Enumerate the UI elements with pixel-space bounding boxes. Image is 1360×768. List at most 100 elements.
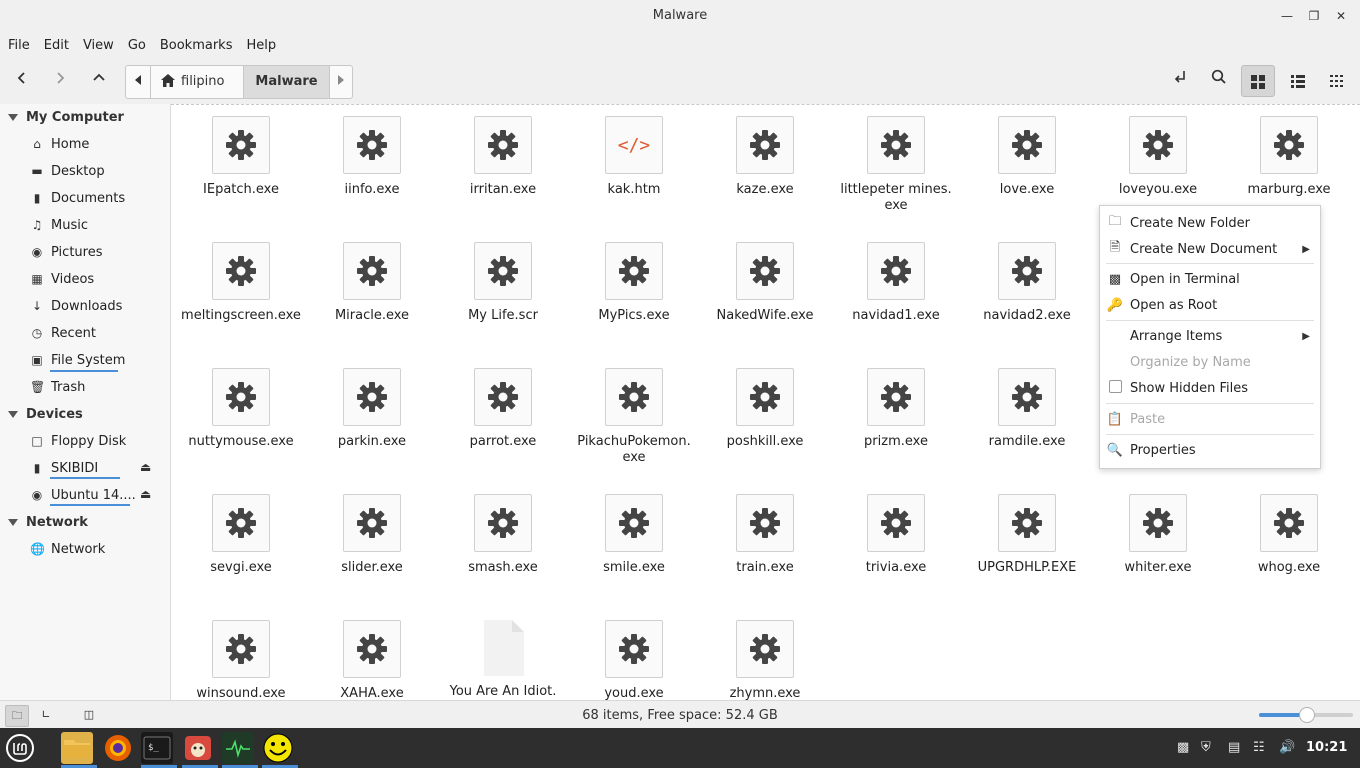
- file-item[interactable]: NakedWife.exe: [700, 242, 830, 324]
- back-button[interactable]: [6, 66, 38, 98]
- sidebar-item-floppy[interactable]: □ Floppy Disk: [30, 430, 126, 452]
- file-item[interactable]: loveyou.exe: [1093, 116, 1223, 198]
- sidebar-item-music[interactable]: ♫ Music: [30, 214, 88, 236]
- file-item[interactable]: winsound.exe: [176, 620, 306, 701]
- close-button[interactable]: ✕: [1330, 6, 1352, 26]
- network-tray-icon[interactable]: ☷: [1253, 740, 1265, 755]
- file-item[interactable]: parrot.exe: [438, 368, 568, 450]
- sidebar-item-videos[interactable]: ▦ Videos: [30, 268, 94, 290]
- sidebar-item-trash[interactable]: 🗑 Trash: [30, 376, 85, 398]
- sidebar-item-recent[interactable]: ◷ Recent: [30, 322, 96, 344]
- file-item[interactable]: My Life.scr: [438, 242, 568, 324]
- sidebar-item-downloads[interactable]: ↓ Downloads: [30, 295, 122, 317]
- menu-edit[interactable]: Edit: [36, 32, 75, 53]
- eject-icon[interactable]: ⏏: [140, 487, 151, 501]
- list-view-button[interactable]: [1281, 65, 1315, 97]
- zoom-slider[interactable]: [1259, 707, 1353, 723]
- file-item[interactable]: smile.exe: [569, 494, 699, 576]
- menu-help[interactable]: Help: [238, 32, 282, 53]
- menu-view[interactable]: View: [75, 32, 120, 53]
- notes-tray-icon[interactable]: ▤: [1228, 740, 1240, 755]
- eject-icon[interactable]: ⏏: [140, 460, 151, 474]
- up-button[interactable]: [83, 66, 115, 98]
- mint-menu-button[interactable]: [4, 732, 36, 764]
- sidebar-item-network[interactable]: 🌐 Network: [30, 538, 105, 560]
- file-item[interactable]: poshkill.exe: [700, 368, 830, 450]
- menu-file[interactable]: File: [0, 32, 36, 53]
- file-item[interactable]: marburg.exe: [1224, 116, 1354, 198]
- terminal-app-button[interactable]: $_: [141, 732, 173, 764]
- file-item[interactable]: nuttymouse.exe: [176, 368, 306, 450]
- sidebar-item-pictures[interactable]: ◉ Pictures: [30, 241, 103, 263]
- file-item[interactable]: IEpatch.exe: [176, 116, 306, 198]
- file-item[interactable]: Miracle.exe: [307, 242, 437, 324]
- shield-icon[interactable]: ⛨: [1201, 740, 1211, 755]
- file-item[interactable]: slider.exe: [307, 494, 437, 576]
- file-item[interactable]: XAHA.exe: [307, 620, 437, 701]
- file-item[interactable]: zhymn.exe: [700, 620, 830, 701]
- maximize-button[interactable]: ❐: [1303, 6, 1325, 26]
- menu-item-properties[interactable]: 🔍 Properties: [1100, 438, 1320, 462]
- menu-item-open-terminal[interactable]: ▩ Open in Terminal: [1100, 267, 1320, 291]
- file-item[interactable]: irritan.exe: [438, 116, 568, 198]
- minimize-button[interactable]: —: [1276, 6, 1298, 26]
- breadcrumb-current[interactable]: Malware: [244, 66, 330, 98]
- file-item[interactable]: ramdile.exe: [962, 368, 1092, 450]
- sidebar-item-skibidi[interactable]: ▮ SKIBIDI: [30, 457, 99, 479]
- file-item[interactable]: MyPics.exe: [569, 242, 699, 324]
- zoom-slider-handle[interactable]: [1299, 707, 1315, 723]
- breadcrumb-right-arrow[interactable]: [330, 66, 352, 98]
- sidebar-item-desktop[interactable]: ▬ Desktop: [30, 160, 104, 182]
- menu-item-create-folder[interactable]: 🗀 Create New Folder: [1100, 211, 1320, 235]
- menu-item-show-hidden[interactable]: Show Hidden Files: [1100, 376, 1320, 400]
- menu-go[interactable]: Go: [120, 32, 152, 53]
- file-item[interactable]: parkin.exe: [307, 368, 437, 450]
- file-item[interactable]: youd.exe: [569, 620, 699, 701]
- sidebar-item-ubuntu[interactable]: ◉ Ubuntu 14....: [30, 484, 136, 506]
- volume-icon[interactable]: 🔊: [1279, 740, 1295, 755]
- clipboard-tray-icon[interactable]: ▩: [1177, 740, 1189, 755]
- file-item[interactable]: </> kak.htm: [569, 116, 699, 198]
- search-button[interactable]: [1203, 66, 1235, 98]
- file-item[interactable]: kaze.exe: [700, 116, 830, 198]
- file-item[interactable]: littlepeter mines. exe: [831, 116, 961, 214]
- menu-item-create-document[interactable]: 🗎 Create New Document ▶: [1100, 237, 1320, 261]
- file-item[interactable]: navidad1.exe: [831, 242, 961, 324]
- sidebar-item-home[interactable]: ⌂ Home: [30, 133, 89, 155]
- file-item[interactable]: UPGRDHLP.EXE: [962, 494, 1092, 576]
- clock[interactable]: 10:21: [1306, 740, 1347, 755]
- file-item[interactable]: navidad2.exe: [962, 242, 1092, 324]
- file-item[interactable]: love.exe: [962, 116, 1092, 198]
- checkbox[interactable]: [1108, 379, 1122, 393]
- menu-item-arrange-items[interactable]: Arrange Items ▶: [1100, 324, 1320, 348]
- smiley-app-button[interactable]: [262, 732, 294, 764]
- sidebar-section-my-computer[interactable]: My Computer: [8, 110, 124, 125]
- menu-bookmarks[interactable]: Bookmarks: [152, 32, 239, 53]
- forward-button[interactable]: [44, 66, 76, 98]
- file-item[interactable]: PikachuPokemon. exe: [569, 368, 699, 466]
- file-item[interactable]: sevgi.exe: [176, 494, 306, 576]
- file-item[interactable]: meltingscreen.exe: [176, 242, 306, 324]
- compact-view-button[interactable]: [1320, 65, 1354, 97]
- file-item[interactable]: prizm.exe: [831, 368, 961, 450]
- breadcrumb-left-arrow[interactable]: [126, 66, 151, 98]
- sidebar-section-devices[interactable]: Devices: [8, 407, 83, 422]
- sidebar-item-documents[interactable]: ▮ Documents: [30, 187, 125, 209]
- file-item[interactable]: iinfo.exe: [307, 116, 437, 198]
- sidebar-section-network[interactable]: Network: [8, 515, 88, 530]
- file-item[interactable]: whiter.exe: [1093, 494, 1223, 576]
- file-item[interactable]: train.exe: [700, 494, 830, 576]
- file-item[interactable]: trivia.exe: [831, 494, 961, 576]
- firefox-button[interactable]: [102, 732, 134, 764]
- sidebar-item-file-system[interactable]: ▣ File System: [30, 349, 125, 371]
- gimp-button[interactable]: [182, 732, 214, 764]
- icon-view-button[interactable]: [1241, 65, 1275, 97]
- menu-item-open-root[interactable]: 🔑 Open as Root: [1100, 293, 1320, 317]
- files-app-button[interactable]: [61, 732, 93, 764]
- file-item[interactable]: smash.exe: [438, 494, 568, 576]
- toggle-location-button[interactable]: [1164, 66, 1196, 98]
- file-item[interactable]: whog.exe: [1224, 494, 1354, 576]
- file-item[interactable]: You Are An Idiot.: [438, 620, 568, 700]
- system-monitor-button[interactable]: [222, 732, 254, 764]
- breadcrumb-home[interactable]: filipino: [151, 66, 244, 98]
